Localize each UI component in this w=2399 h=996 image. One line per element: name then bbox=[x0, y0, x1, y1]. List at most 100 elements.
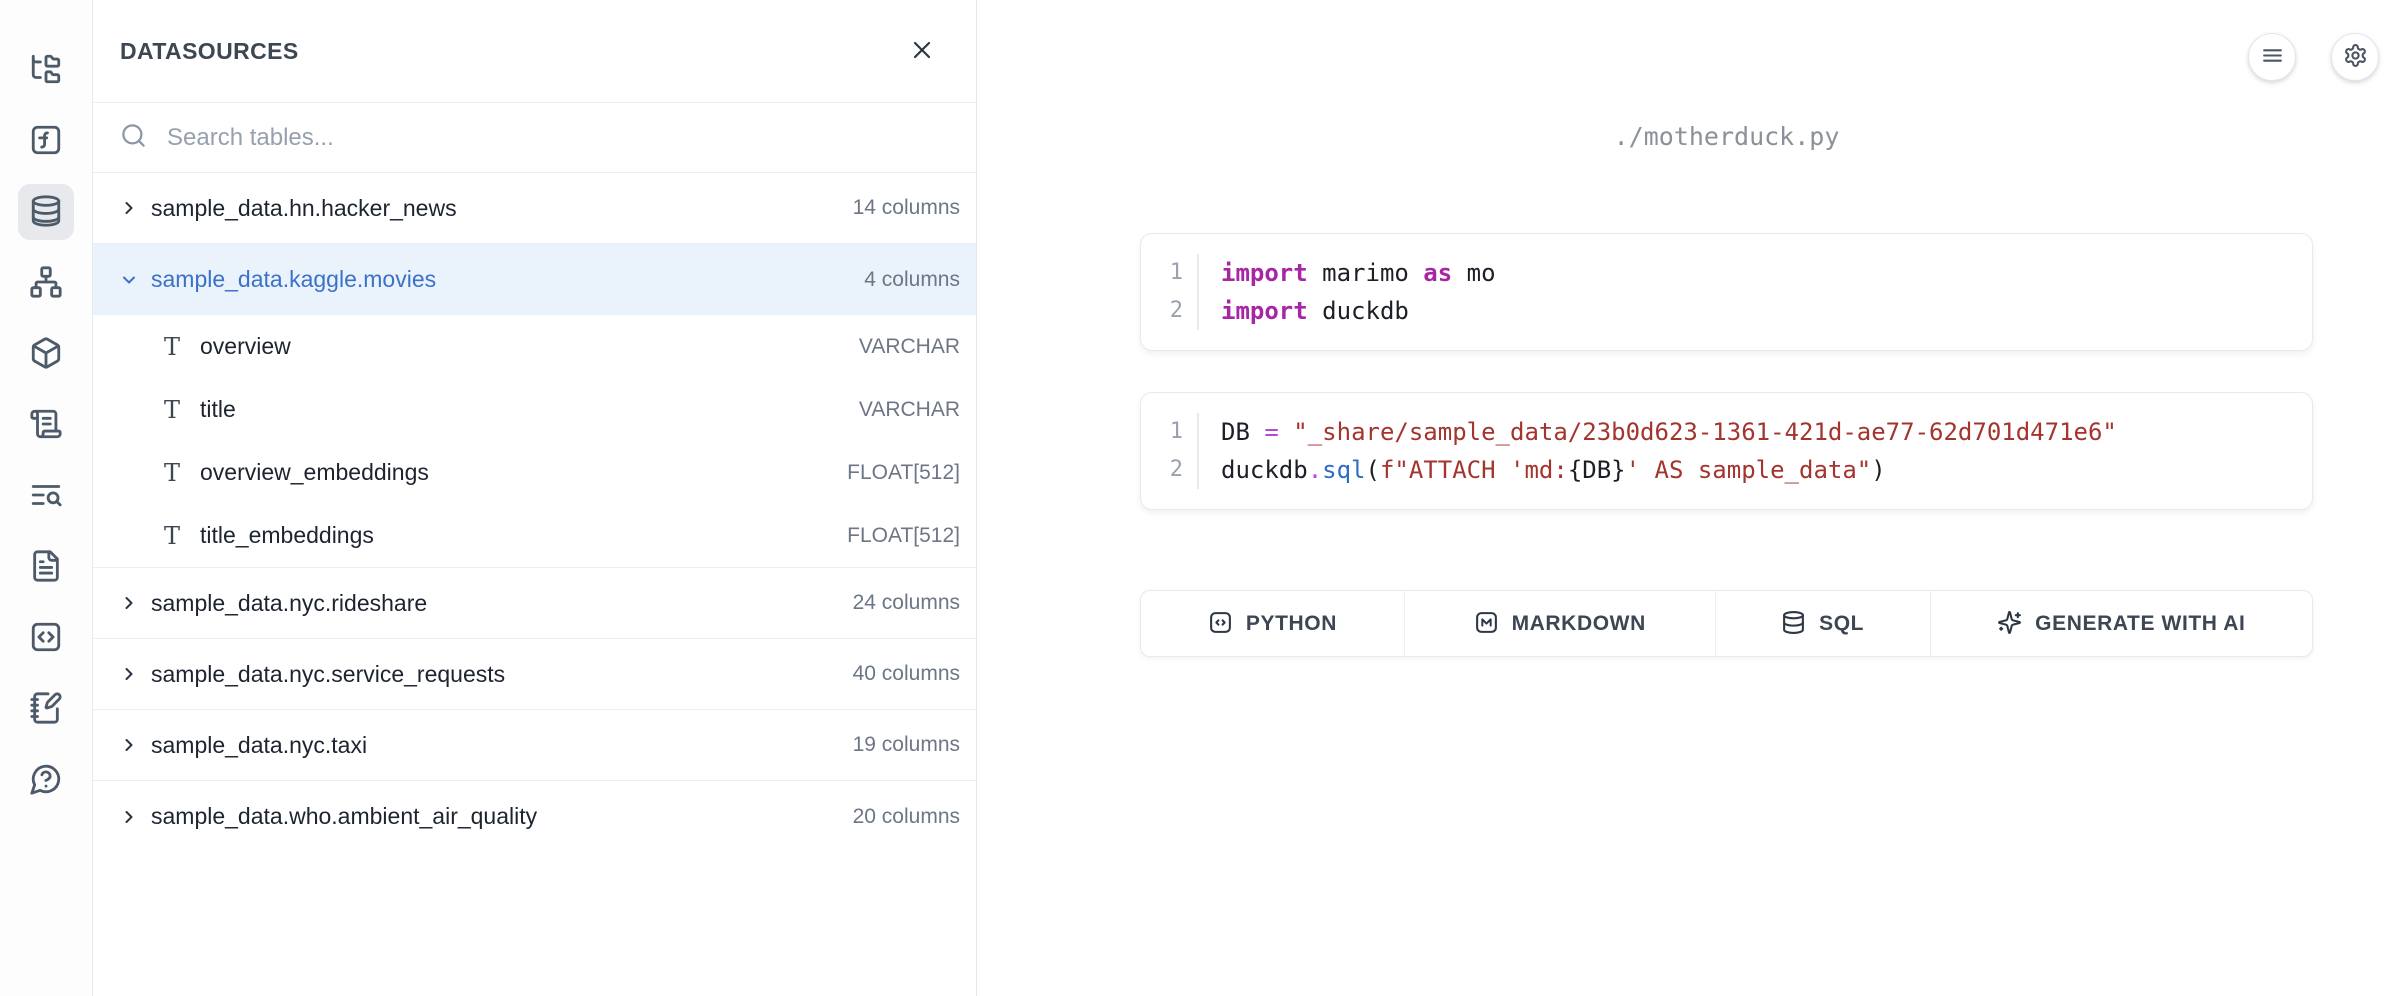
add-markdown-cell-button[interactable]: MARKDOWN bbox=[1405, 591, 1716, 656]
code-content: import marimo as mo bbox=[1197, 254, 1496, 292]
datasources-panel-header: DATASOURCES bbox=[93, 0, 976, 103]
help-rail-button[interactable] bbox=[18, 752, 74, 808]
table-row[interactable]: sample_data.nyc.rideshare 24 columns bbox=[93, 568, 976, 639]
snippets-rail-button[interactable] bbox=[18, 610, 74, 666]
cell-lines: 1 DB = "_share/sample_data/23b0d623-1361… bbox=[1141, 413, 2312, 489]
scroll-text-icon bbox=[29, 407, 63, 444]
top-actions bbox=[2248, 33, 2379, 81]
code-line: 2 duckdb.sql(f"ATTACH 'md:{DB}' AS sampl… bbox=[1141, 451, 2312, 489]
column-type: VARCHAR bbox=[859, 335, 960, 359]
column-type-icon: T bbox=[161, 335, 183, 359]
search-tables-input[interactable] bbox=[167, 124, 949, 152]
code-line: 2 import duckdb bbox=[1141, 292, 2312, 330]
log-search-rail-button[interactable] bbox=[18, 468, 74, 524]
table-name: sample_data.kaggle.movies bbox=[151, 266, 853, 293]
search-row bbox=[93, 103, 976, 173]
table-columns-count: 40 columns bbox=[853, 662, 960, 686]
file-explorer-rail-button[interactable] bbox=[18, 42, 74, 98]
line-number: 2 bbox=[1141, 451, 1197, 489]
table-name: sample_data.nyc.rideshare bbox=[151, 590, 842, 617]
sparkles-icon bbox=[1997, 610, 2022, 638]
notebook-pen-icon bbox=[29, 691, 63, 728]
panel-title: DATASOURCES bbox=[120, 38, 299, 65]
package-icon bbox=[29, 336, 63, 373]
table-name: sample_data.nyc.service_requests bbox=[151, 661, 842, 688]
datasources-panel: DATASOURCES sample_data.hn.hacker_news 1… bbox=[93, 0, 977, 996]
column-row[interactable]: T overview VARCHAR bbox=[93, 315, 976, 378]
markdown-icon bbox=[1474, 610, 1499, 638]
code-content: import duckdb bbox=[1197, 292, 1409, 330]
column-group: T overview VARCHAR T title VARCHAR T ove… bbox=[93, 315, 976, 568]
scratchpad-rail-button[interactable] bbox=[18, 681, 74, 737]
notebook-filename: ./motherduck.py bbox=[1140, 118, 2313, 156]
close-panel-button[interactable] bbox=[904, 32, 940, 71]
chevron-right-icon bbox=[118, 806, 140, 828]
column-name: overview_embeddings bbox=[200, 459, 830, 486]
table-name: sample_data.who.ambient_air_quality bbox=[151, 803, 842, 830]
scroll-rail-button[interactable] bbox=[18, 397, 74, 453]
help-bubble-icon bbox=[29, 762, 63, 799]
table-row[interactable]: sample_data.nyc.service_requests 40 colu… bbox=[93, 639, 976, 710]
notebook-content: ./motherduck.py 1 import marimo as mo 2 … bbox=[1140, 0, 2313, 657]
add-python-cell-button[interactable]: PYTHON bbox=[1141, 591, 1405, 656]
table-columns-count: 20 columns bbox=[853, 805, 960, 829]
column-name: overview bbox=[200, 333, 842, 360]
settings-button[interactable] bbox=[2331, 33, 2379, 81]
packages-rail-button[interactable] bbox=[18, 326, 74, 382]
code-content: DB = "_share/sample_data/23b0d623-1361-4… bbox=[1197, 413, 2117, 451]
column-name: title_embeddings bbox=[200, 522, 830, 549]
chevron-right-icon bbox=[118, 663, 140, 685]
activity-bar bbox=[0, 0, 93, 996]
table-columns-count: 14 columns bbox=[853, 196, 960, 220]
notebook-main: ./motherduck.py 1 import marimo as mo 2 … bbox=[978, 0, 2399, 996]
code-cell[interactable]: 1 import marimo as mo 2 import duckdb bbox=[1140, 233, 2313, 351]
generate-with-ai-button[interactable]: GENERATE WITH AI bbox=[1931, 591, 2312, 656]
column-type: VARCHAR bbox=[859, 398, 960, 422]
datasources-rail-button[interactable] bbox=[18, 184, 74, 240]
table-row[interactable]: sample_data.kaggle.movies 4 columns bbox=[93, 244, 976, 315]
sitemap-rail-button[interactable] bbox=[18, 255, 74, 311]
add-sql-cell-button[interactable]: SQL bbox=[1716, 591, 1931, 656]
line-number: 2 bbox=[1141, 292, 1197, 330]
table-columns-count: 19 columns bbox=[853, 733, 960, 757]
table-name: sample_data.hn.hacker_news bbox=[151, 195, 842, 222]
menu-icon bbox=[2260, 43, 2285, 71]
menu-button[interactable] bbox=[2248, 33, 2296, 81]
column-row[interactable]: T overview_embeddings FLOAT[512] bbox=[93, 441, 976, 504]
code-content: duckdb.sql(f"ATTACH 'md:{DB}' AS sample_… bbox=[1197, 451, 1886, 489]
table-row[interactable]: sample_data.hn.hacker_news 14 columns bbox=[93, 173, 976, 244]
database-icon bbox=[29, 194, 63, 231]
column-type-icon: T bbox=[161, 524, 183, 548]
column-type: FLOAT[512] bbox=[847, 461, 960, 485]
chevron-right-icon bbox=[118, 592, 140, 614]
column-row[interactable]: T title_embeddings FLOAT[512] bbox=[93, 504, 976, 567]
column-type-icon: T bbox=[161, 398, 183, 422]
file-text-icon bbox=[29, 549, 63, 586]
column-name: title bbox=[200, 396, 842, 423]
chevron-right-icon bbox=[118, 734, 140, 756]
table-row[interactable]: sample_data.who.ambient_air_quality 20 c… bbox=[93, 781, 976, 852]
code-cell[interactable]: 1 DB = "_share/sample_data/23b0d623-1361… bbox=[1140, 392, 2313, 510]
add-cell-bar: PYTHON MARKDOWN SQL GENERATE WITH AI bbox=[1140, 590, 2313, 657]
line-number: 1 bbox=[1141, 254, 1197, 292]
function-square-icon bbox=[29, 123, 63, 160]
column-row[interactable]: T title VARCHAR bbox=[93, 378, 976, 441]
table-row[interactable]: sample_data.nyc.taxi 19 columns bbox=[93, 710, 976, 781]
sitemap-icon bbox=[29, 265, 63, 302]
cells: 1 import marimo as mo 2 import duckdb 1 … bbox=[1140, 233, 2313, 510]
table-columns-count: 4 columns bbox=[864, 268, 960, 292]
line-number: 1 bbox=[1141, 413, 1197, 451]
chevron-right-icon bbox=[118, 269, 140, 291]
search-icon bbox=[120, 122, 147, 154]
generate-with-ai-label: GENERATE WITH AI bbox=[2035, 612, 2245, 636]
close-icon bbox=[908, 36, 936, 67]
cell-lines: 1 import marimo as mo 2 import duckdb bbox=[1141, 254, 2312, 330]
table-columns-count: 24 columns bbox=[853, 591, 960, 615]
document-rail-button[interactable] bbox=[18, 539, 74, 595]
column-type: FLOAT[512] bbox=[847, 524, 960, 548]
add-markdown-label: MARKDOWN bbox=[1512, 612, 1646, 636]
function-rail-button[interactable] bbox=[18, 113, 74, 169]
code-line: 1 import marimo as mo bbox=[1141, 254, 2312, 292]
code-square-icon bbox=[1208, 610, 1233, 638]
folder-tree-icon bbox=[29, 52, 63, 89]
